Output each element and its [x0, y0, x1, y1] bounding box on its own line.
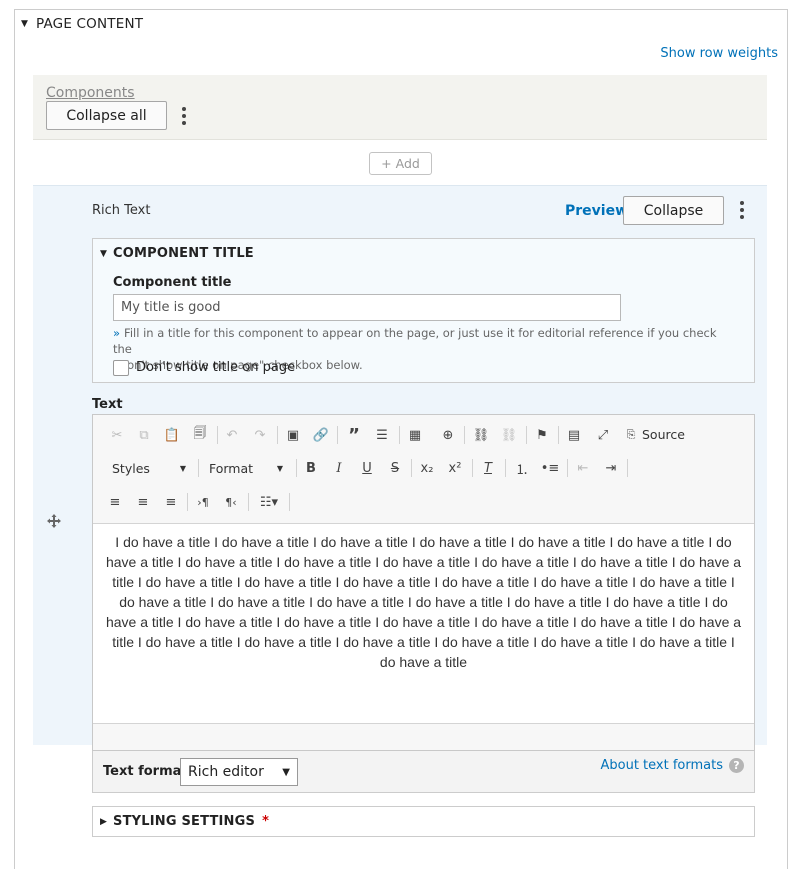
cut-icon[interactable]: ✂: [106, 424, 128, 446]
styling-settings-toggle[interactable]: ▶ STYLING SETTINGS *: [100, 814, 269, 829]
anchor-link-icon[interactable]: ⛓: [470, 424, 492, 446]
component-title-input[interactable]: My title is good: [113, 294, 621, 321]
decrease-indent-icon[interactable]: ⇤: [572, 457, 594, 479]
strikethrough-icon[interactable]: S: [384, 457, 406, 479]
text-format-select[interactable]: Rich editor ▼: [180, 758, 298, 786]
dont-show-title-label: Don't show title on page: [136, 360, 296, 375]
table-icon[interactable]: ▦: [404, 424, 426, 446]
align-left-icon[interactable]: ≡: [104, 491, 126, 513]
required-marker: *: [262, 814, 270, 829]
triangle-down-icon: ▼: [100, 248, 108, 259]
subscript-icon[interactable]: x₂: [416, 457, 438, 479]
increase-indent-icon[interactable]: ⇥: [600, 457, 622, 479]
align-right-icon[interactable]: ≡: [160, 491, 182, 513]
page-content-toggle[interactable]: ▼ PAGE CONTENT: [21, 16, 143, 32]
show-row-weights-link[interactable]: Show row weights: [660, 46, 778, 61]
source-button-label[interactable]: Source: [642, 427, 685, 442]
link-icon[interactable]: 🔗: [310, 424, 332, 446]
components-label: Components: [46, 85, 135, 101]
styles-dropdown[interactable]: Styles ▼: [106, 457, 192, 479]
drag-handle-icon[interactable]: [46, 513, 62, 529]
kebab-menu-icon[interactable]: [178, 104, 190, 128]
format-dropdown[interactable]: Format ▼: [203, 457, 289, 479]
source-icon[interactable]: ⎘: [620, 424, 642, 446]
add-component-button[interactable]: + Add: [369, 152, 432, 175]
raquo-icon: »: [113, 326, 121, 340]
component-title-fieldset: ▼ COMPONENT TITLE Component title My tit…: [92, 238, 755, 383]
bold-icon[interactable]: B: [300, 457, 322, 479]
paste-from-word-icon[interactable]: 🗐: [189, 424, 211, 446]
rtl-icon[interactable]: ¶‹: [220, 491, 242, 513]
collapse-all-button[interactable]: Collapse all: [46, 101, 167, 130]
caret-down-icon: ▼: [282, 766, 290, 778]
horizontal-line-icon[interactable]: ☰: [371, 424, 393, 446]
preview-link[interactable]: Preview: [565, 203, 628, 219]
paste-icon[interactable]: 📋: [161, 424, 183, 446]
dont-show-title-checkbox[interactable]: [113, 360, 129, 376]
component-title-label: Component title: [113, 275, 232, 290]
collapse-button[interactable]: Collapse: [623, 196, 724, 225]
blockquote-icon[interactable]: ”: [343, 424, 365, 446]
about-text-formats-link[interactable]: About text formats ?: [600, 758, 744, 773]
component-type-label: Rich Text: [92, 203, 151, 218]
underline-icon[interactable]: U: [356, 457, 378, 479]
copy-icon[interactable]: ⧉: [133, 424, 155, 446]
component-title-section-title: COMPONENT TITLE: [113, 246, 254, 261]
maximize-icon[interactable]: ⤢: [592, 424, 614, 446]
help-icon: ?: [729, 758, 744, 773]
triangle-right-icon: ▶: [100, 816, 108, 827]
italic-icon[interactable]: I: [328, 457, 350, 479]
page-content-title: PAGE CONTENT: [36, 16, 144, 32]
redo-icon[interactable]: ↷: [249, 424, 271, 446]
insert-media-icon[interactable]: ▣: [282, 424, 304, 446]
align-center-icon[interactable]: ≡: [132, 491, 154, 513]
link-plus-icon[interactable]: ⊕: [437, 424, 459, 446]
triangle-down-icon: ▼: [21, 19, 29, 29]
styling-settings-fieldset[interactable]: ▶ STYLING SETTINGS *: [92, 806, 755, 837]
editor-toolbar: ✂ ⧉ 📋 🗐 ↶ ↷ ▣ 🔗 ” ☰ ▦ ⊕ ⛓ ⛓ ⚑ ▤ ⤢ ⎘ Sour…: [93, 415, 754, 523]
numbered-list-icon[interactable]: ⒈: [511, 457, 533, 479]
remove-format-icon[interactable]: T: [477, 457, 499, 479]
flag-icon[interactable]: ⚑: [531, 424, 553, 446]
text-format-row: Text format Rich editor ▼ About text for…: [92, 751, 755, 793]
item-kebab-menu-icon[interactable]: [736, 198, 748, 222]
superscript-icon[interactable]: x²: [444, 457, 466, 479]
component-title-toggle[interactable]: ▼ COMPONENT TITLE: [100, 246, 254, 261]
rich-text-editor: ✂ ⧉ 📋 🗐 ↶ ↷ ▣ 🔗 ” ☰ ▦ ⊕ ⛓ ⛓ ⚑ ▤ ⤢ ⎘ Sour…: [92, 414, 755, 751]
editor-content[interactable]: I do have a title I do have a title I do…: [93, 523, 754, 724]
text-format-label: Text format: [103, 764, 188, 779]
components-header: Components Collapse all: [33, 75, 767, 140]
caret-down-icon: ▼: [179, 463, 186, 473]
text-field-label: Text: [92, 397, 123, 412]
ltr-icon[interactable]: ›¶: [192, 491, 214, 513]
bulleted-list-icon[interactable]: •≡: [539, 457, 561, 479]
caret-down-icon: ▼: [276, 463, 283, 473]
unlink-icon[interactable]: ⛓: [498, 424, 520, 446]
undo-icon[interactable]: ↶: [221, 424, 243, 446]
show-blocks-icon[interactable]: ▤: [563, 424, 585, 446]
paragraph-format-icon[interactable]: ☷▾: [254, 491, 284, 513]
styling-settings-title: STYLING SETTINGS: [113, 814, 256, 829]
